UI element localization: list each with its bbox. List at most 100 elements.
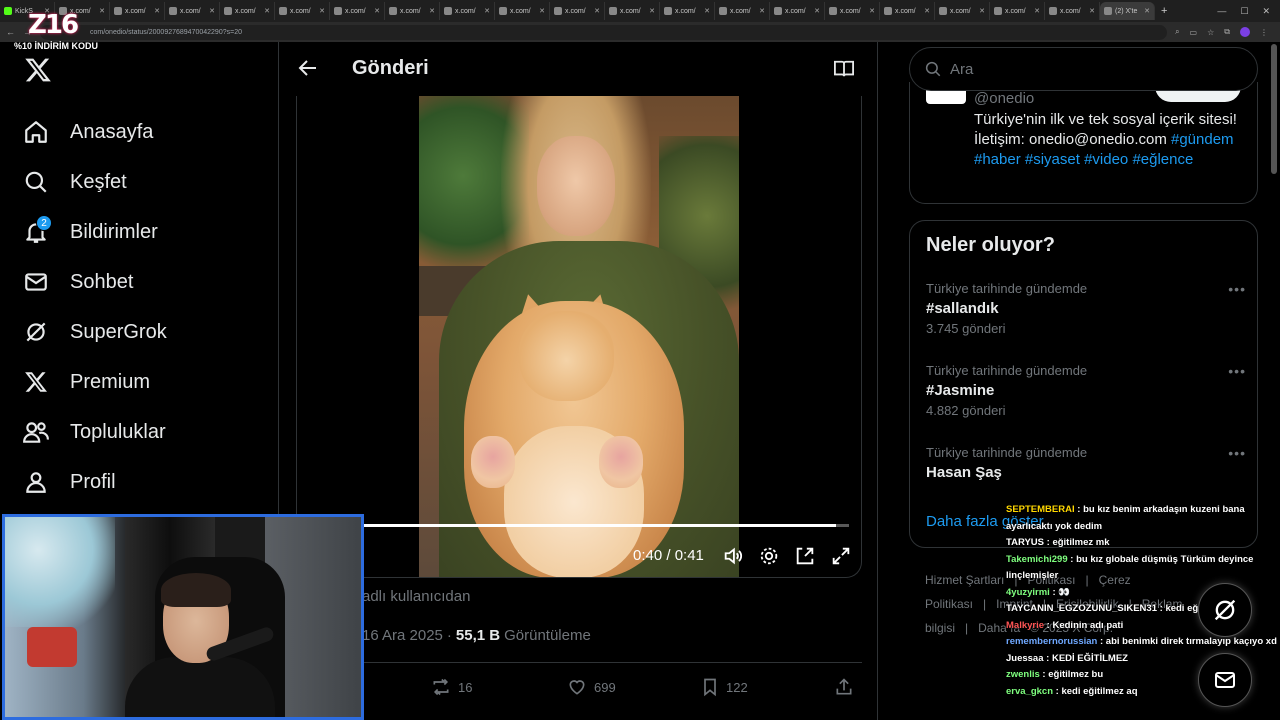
search-bar[interactable]: Ara [909,47,1258,91]
nav-label: Anasayfa [70,120,154,143]
nav-item-profile[interactable]: Profil [22,462,116,502]
tab-close-icon[interactable]: ✕ [209,7,215,15]
profile-handle[interactable]: @onedio [974,90,1034,107]
browser-tab[interactable]: x.com/ ✕ [220,2,275,20]
browser-tab[interactable]: x.com/ ✕ [825,2,880,20]
search-input[interactable]: Ara [950,61,973,78]
minimize-icon[interactable]: — [1217,6,1226,17]
browser-tab[interactable]: x.com/ ✕ [165,2,220,20]
browser-tab[interactable]: (2) X'te ✕ [1100,2,1155,20]
footer-link[interactable]: Hizmet Şartları [925,573,1004,587]
browser-tab[interactable]: x.com/ ✕ [1045,2,1100,20]
more-options-icon[interactable]: ••• [1228,445,1246,461]
tab-favicon-icon [1104,7,1112,15]
close-window-icon[interactable]: ✕ [1262,6,1270,17]
scrollbar[interactable] [1271,44,1277,174]
browser-tab[interactable]: x.com/ ✕ [440,2,495,20]
tab-favicon-icon [554,7,562,15]
trend-item[interactable]: Türkiye tarihinde gündemde #sallandık 3.… [926,281,1246,341]
tab-close-icon[interactable]: ✕ [264,7,270,15]
tab-close-icon[interactable]: ✕ [539,7,545,15]
chat-message: TARYUS : eğitilmez mk [1006,537,1110,548]
x-logo-icon[interactable] [24,56,52,84]
tab-close-icon[interactable]: ✕ [154,7,160,15]
bookmark-button[interactable]: 122 [700,677,748,697]
volume-icon[interactable] [722,545,744,567]
browser-tab[interactable]: x.com/ ✕ [385,2,440,20]
share-button[interactable] [834,677,854,697]
bookmark-star-icon[interactable]: ☆ [1207,28,1214,37]
tab-close-icon[interactable]: ✕ [869,7,875,15]
nav-item-home[interactable]: Anasayfa [22,112,153,152]
browser-tab[interactable]: x.com/ ✕ [990,2,1045,20]
tab-close-icon[interactable]: ✕ [704,7,710,15]
grok-floating-button[interactable] [1198,583,1252,637]
chat-text: eğitilmez mk [1052,537,1110,548]
tab-close-icon[interactable]: ✕ [319,7,325,15]
repost-button[interactable]: 16 [430,677,472,697]
trend-name: #sallandık [926,300,999,317]
tab-close-icon[interactable]: ✕ [759,7,765,15]
tab-close-icon[interactable]: ✕ [814,7,820,15]
nav-item-explore[interactable]: Keşfet [22,162,127,202]
tab-label: x.com/ [290,7,311,15]
extensions-icon[interactable]: ⧉ [1224,27,1230,37]
tab-favicon-icon [499,7,507,15]
tab-close-icon[interactable]: ✕ [924,7,930,15]
stream-logo-text: Z16 [28,10,79,40]
tab-close-icon[interactable]: ✕ [649,7,655,15]
tab-favicon-icon [664,7,672,15]
tab-close-icon[interactable]: ✕ [979,7,985,15]
nav-item-chat[interactable]: Sohbet [22,262,133,302]
browser-tab[interactable]: x.com/ ✕ [770,2,825,20]
browser-tab[interactable]: x.com/ ✕ [495,2,550,20]
browser-tab[interactable]: x.com/ ✕ [715,2,770,20]
nav-item-notifications[interactable]: 2 Bildirimler [22,212,158,252]
messages-floating-button[interactable] [1198,653,1252,707]
nav-item-supergrok[interactable]: SuperGrok [22,312,167,352]
chat-text: eğitilmez bu [1048,669,1104,680]
tab-label: x.com/ [235,7,256,15]
browser-tab[interactable]: x.com/ ✕ [550,2,605,20]
profile-avatar[interactable] [1240,27,1250,37]
tab-close-icon[interactable]: ✕ [1144,7,1150,15]
browser-tab[interactable]: x.com/ ✕ [110,2,165,20]
maximize-icon[interactable]: ☐ [1240,6,1248,17]
browser-tab[interactable]: x.com/ ✕ [880,2,935,20]
reader-mode-icon[interactable] [833,59,855,79]
browser-tab[interactable]: x.com/ ✕ [330,2,385,20]
zoom-icon[interactable]: ⌕ [1175,27,1179,37]
nav-item-communities[interactable]: Topluluklar [22,412,166,452]
post-date[interactable]: 16 Ara 2025 [362,627,443,644]
tab-close-icon[interactable]: ✕ [484,7,490,15]
tab-label: x.com/ [1060,7,1081,15]
browser-tab[interactable]: x.com/ ✕ [660,2,715,20]
back-arrow-icon[interactable] [296,56,320,80]
nav-item-premium[interactable]: Premium [22,362,150,402]
browser-tab[interactable]: x.com/ ✕ [605,2,660,20]
tab-close-icon[interactable]: ✕ [594,7,600,15]
tab-close-icon[interactable]: ✕ [429,7,435,15]
chat-message: SEPTEMBERAI : bu kız benim arkadaşın kuz… [1006,504,1245,532]
like-button[interactable]: 699 [566,677,616,697]
browser-tab[interactable]: x.com/ ✕ [275,2,330,20]
picture-in-picture-icon[interactable] [794,545,816,567]
trend-item[interactable]: Türkiye tarihinde gündemde #Jasmine 4.88… [926,363,1246,423]
more-options-icon[interactable]: ••• [1228,281,1246,297]
tab-close-icon[interactable]: ✕ [374,7,380,15]
trend-item[interactable]: Türkiye tarihinde gündemde Hasan Şaş ••• [926,445,1246,505]
video-player[interactable]: 0:40 / 0:41 [296,96,862,578]
new-tab-icon[interactable]: + [1155,5,1173,17]
nav-label: SuperGrok [70,320,167,343]
cast-icon[interactable]: ▭ [1190,28,1198,37]
video-progress-bar[interactable] [309,524,849,527]
browser-menu-icon[interactable]: ⋮ [1260,28,1268,37]
fullscreen-icon[interactable] [830,545,852,567]
more-options-icon[interactable]: ••• [1228,363,1246,379]
settings-gear-icon[interactable] [758,545,780,567]
browser-tab[interactable]: x.com/ ✕ [935,2,990,20]
video-frame[interactable] [419,96,739,577]
tab-close-icon[interactable]: ✕ [1089,7,1095,15]
url-field[interactable]: com/onedio/status/2000927689470042290?s=… [40,24,1168,40]
tab-close-icon[interactable]: ✕ [1034,7,1040,15]
